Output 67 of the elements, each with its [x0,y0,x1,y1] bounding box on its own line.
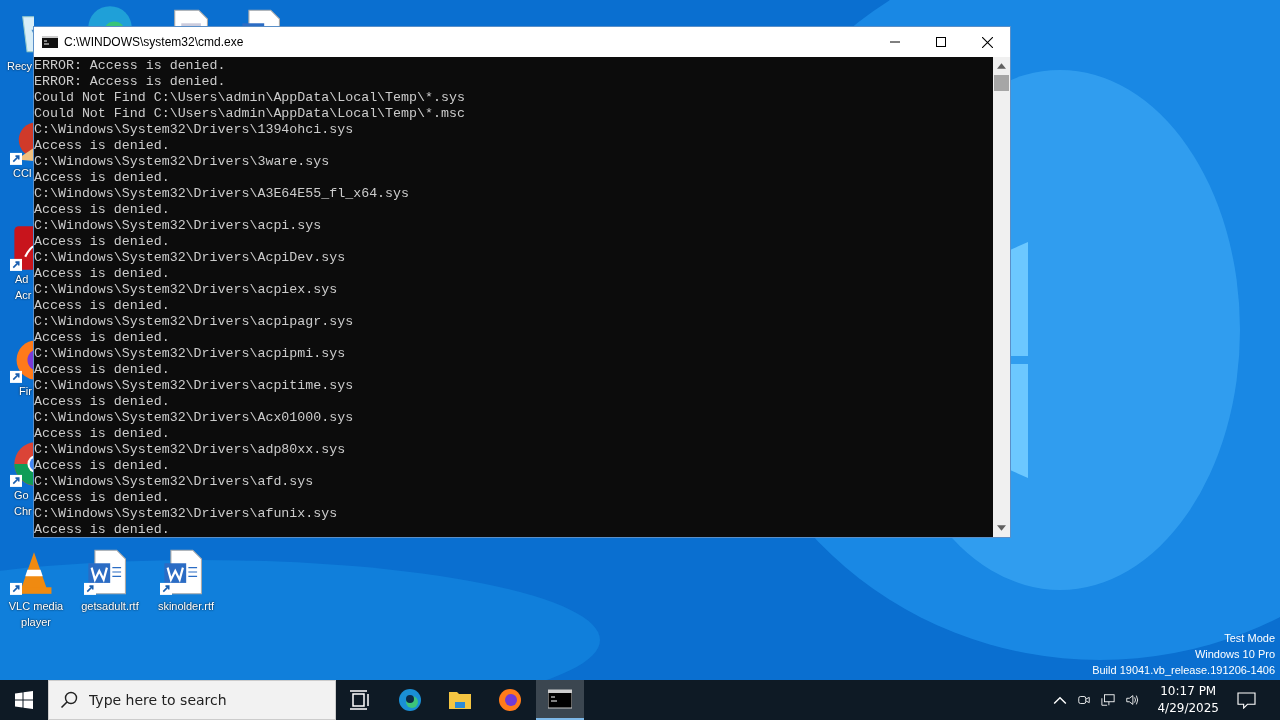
console-taskbar-button[interactable] [536,680,584,720]
console-line: C:\Windows\System32\Drivers\acpipmi.sys [34,346,347,362]
console-line: ERROR: Access is denied. [34,58,227,74]
windows-logo-icon [15,691,33,709]
acrobat-icon[interactable] [10,224,34,272]
scroll-down-icon[interactable] [997,525,1006,531]
console-line: Access is denied. [34,330,171,346]
console-icon [42,36,58,48]
icon-label: VLC media [8,599,64,614]
maximize-icon [936,37,946,47]
console-line: Access is denied. [34,298,171,314]
console-line: Access is denied. [34,170,171,186]
console-line: C:\Windows\System32\Drivers\acpitime.sys [34,378,355,394]
close-icon [981,36,993,48]
console-line: Could Not Find C:\Users\admin\AppData\Local\Temp\*.sys [34,90,466,106]
firefox-icon [498,688,522,712]
icon-label: skinolder.rtf [157,599,215,614]
notification-icon[interactable] [1237,691,1256,709]
os-info-text: Build 19041.vb_release.191206-1406 [1092,663,1275,678]
window-title: C:\WINDOWS\system32\cmd.exe [64,35,244,49]
camera-icon[interactable] [1077,693,1092,707]
console-line: C:\Windows\System32\Drivers\afd.sys [34,474,315,490]
console-line: Could Not Find C:\Users\admin\AppData\Local\Temp\*.msc [34,106,466,122]
icon-label: Chr [14,504,32,519]
console-line: C:\Windows\System32\Drivers\adp80xx.sys [34,442,347,458]
console-line: Access is denied. [34,362,171,378]
os-info-text: Test Mode [1224,631,1275,646]
console-line: C:\Windows\System32\Drivers\acpiex.sys [34,282,339,298]
task-view-icon [348,688,372,712]
search-icon [60,691,78,709]
console-line: C:\Windows\System32\Drivers\AcpiDev.sys [34,250,347,266]
console-line: C:\Windows\System32\Drivers\acpi.sys [34,218,323,234]
console-line: C:\Windows\System32\Drivers\A3E64E55_fl_x64.sys [34,186,411,202]
volume-icon[interactable] [1125,693,1140,707]
clock-date: 4/29/2025 [1157,700,1219,717]
icon-label: CCl [13,166,32,181]
console-line: ERROR: Access is denied. [34,74,227,90]
icon-label: player [21,615,51,630]
console-line: Access is denied. [34,138,171,154]
console-line: Access is denied. [34,458,171,474]
icon-label: Acr [15,288,32,303]
console-line: Access is denied. [34,266,171,282]
console-line: C:\Windows\System32\Drivers\3ware.sys [34,154,331,170]
console-icon [548,687,572,711]
console-line: Access is denied. [34,490,171,506]
icon-label: Ad [15,272,29,287]
console-line: Access is denied. [34,522,171,538]
scroll-thumb[interactable] [994,75,1009,91]
edge-icon [398,688,422,712]
console-line: C:\Windows\System32\Drivers\acpipagr.sys [34,314,355,330]
icon-label: Fir [19,384,32,399]
icon-label: Go [14,488,29,503]
console-line: C:\Windows\System32\Drivers\1394ohci.sys [34,122,355,138]
clock[interactable]: 10:17 PM 4/29/2025 [1157,683,1219,717]
os-info-text: Windows 10 Pro [1194,647,1275,662]
console-line: Access is denied. [34,234,171,250]
network-icon[interactable] [1101,693,1116,707]
icon-label: Recy [7,59,33,74]
console-line: Access is denied. [34,394,171,410]
console-line: C:\Windows\System32\Drivers\Acx01000.sys [34,410,355,426]
scrollbar[interactable] [993,57,1010,537]
icon-label: getsadult.rtf [81,599,139,614]
clock-time: 10:17 PM [1160,683,1217,700]
search-field[interactable]: Type here to search [48,680,336,720]
console-line: Access is denied. [34,202,171,218]
console-line: Access is denied. [34,426,171,442]
console-line: C:\Windows\System32\Drivers\afunix.sys [34,506,339,522]
